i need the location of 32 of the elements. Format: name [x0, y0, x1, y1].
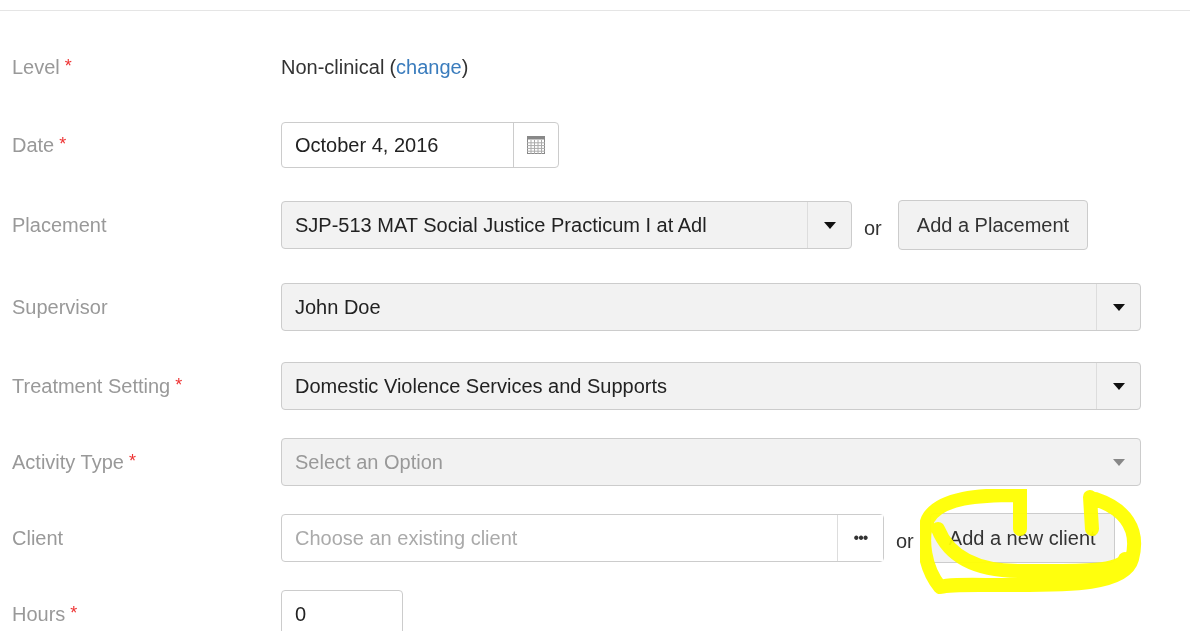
field-label: Level: [12, 55, 60, 78]
select-field[interactable]: SJP-513 MAT Social Justice Practicum I at Adl: [281, 201, 852, 249]
or-text: or: [864, 215, 882, 240]
caret-icon: [1112, 458, 1125, 466]
hours-field[interactable]: 0: [281, 590, 403, 631]
select-field[interactable]: Domestic Violence Services and Supports: [281, 362, 1141, 410]
add-button[interactable]: Add a Placement: [897, 200, 1089, 250]
field-label: Hours: [12, 602, 66, 625]
required-mark: *: [128, 450, 136, 471]
field-label: Placement: [12, 213, 107, 236]
field-label: Activity Type: [12, 450, 124, 473]
date-field[interactable]: October 4, 2016: [281, 122, 559, 168]
field-label: Client: [12, 526, 64, 549]
required-mark: *: [64, 55, 72, 76]
change-link[interactable]: change: [396, 55, 462, 79]
required-mark: *: [175, 374, 183, 395]
field-label: Supervisor: [12, 295, 108, 318]
or-text: or: [896, 528, 914, 553]
select-field[interactable]: John Doe: [281, 283, 1141, 331]
caret-icon: [1112, 303, 1125, 311]
caret-icon: [823, 221, 836, 229]
more-button[interactable]: •••: [837, 515, 883, 561]
parenthesis: ): [461, 55, 469, 79]
required-mark: *: [59, 133, 67, 154]
required-mark: *: [70, 602, 78, 623]
field-label: Date: [12, 133, 55, 156]
field-label: Treatment Setting: [12, 374, 171, 397]
parenthesis: (: [389, 55, 397, 79]
caret-icon: [1112, 382, 1125, 390]
client-field[interactable]: Choose an existing client •••: [281, 514, 884, 562]
calendar-icon: [527, 136, 545, 154]
field-value: Non-clinical: [281, 55, 385, 79]
